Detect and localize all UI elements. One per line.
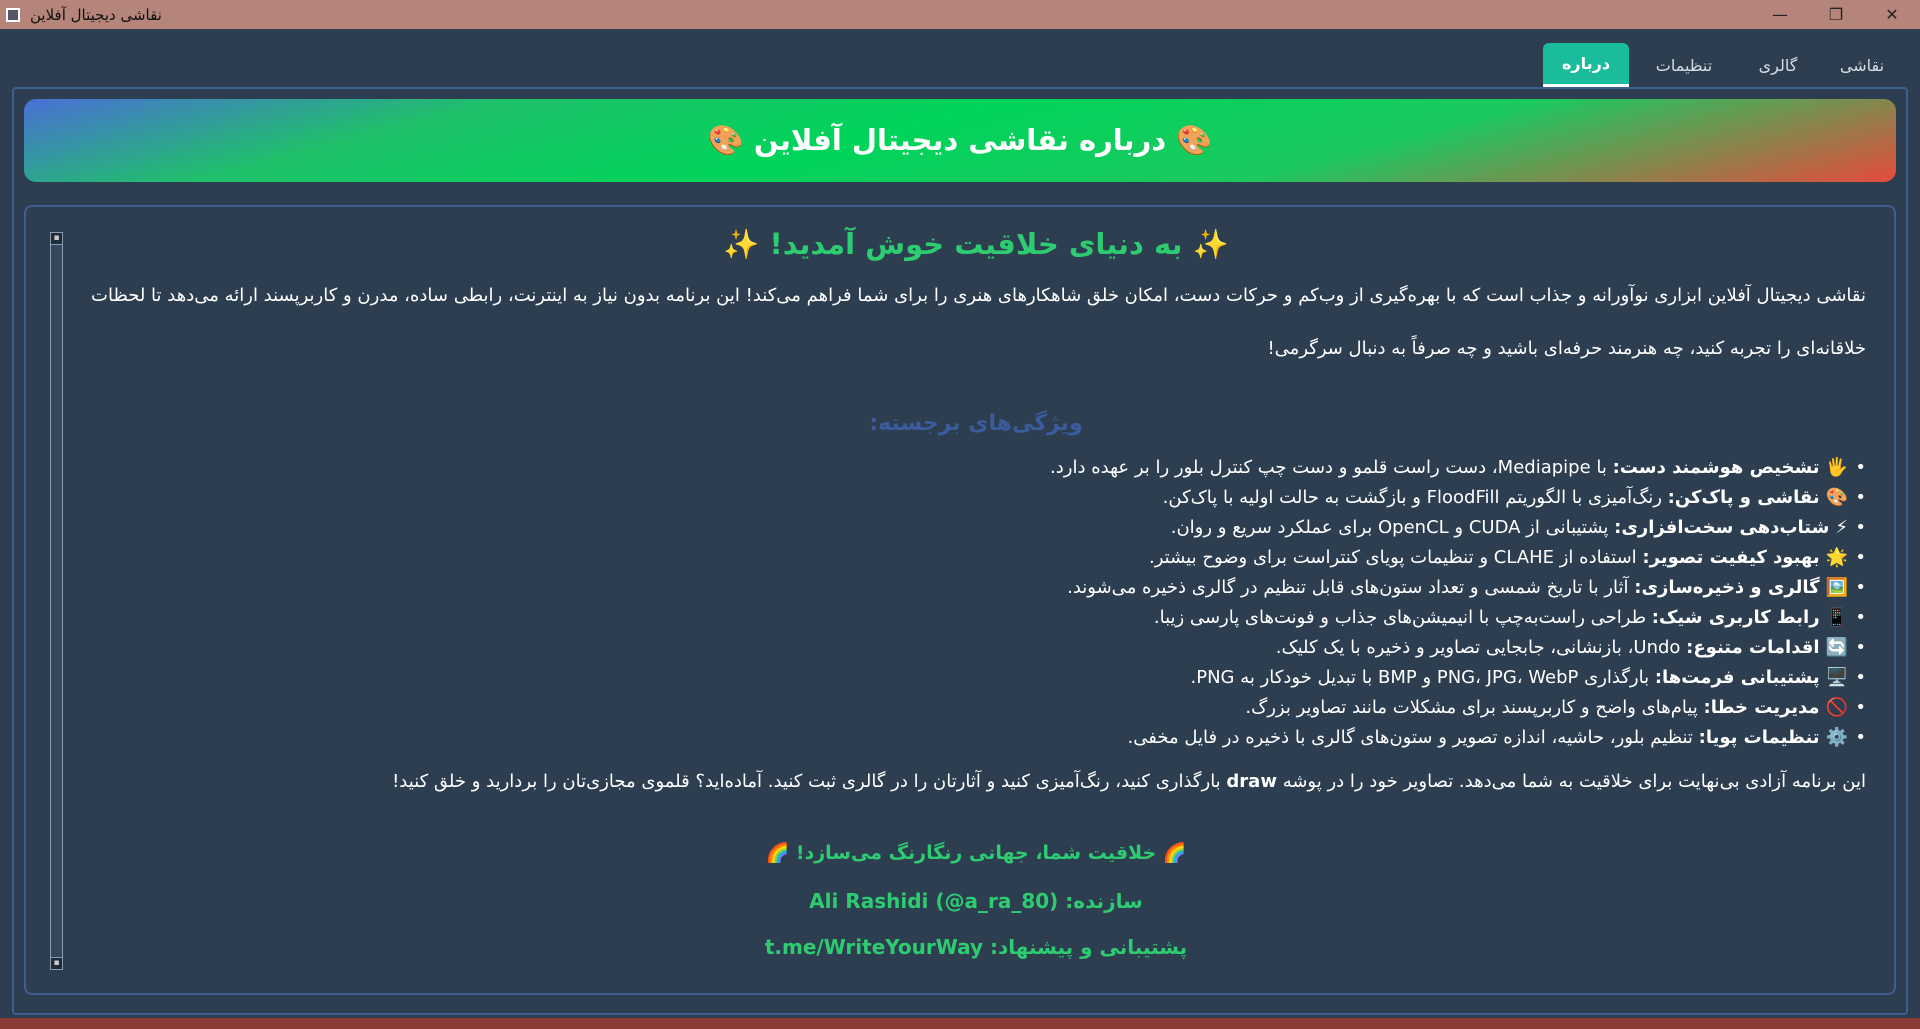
list-item: 🌟بهبود کیفیت تصویر: استفاده از CLAHE و ت… [86, 543, 1866, 573]
list-item: ⚡شتاب‌دهی سخت‌افزاری: پشتیبانی از CUDA و… [86, 513, 1866, 543]
minimize-button[interactable]: — [1752, 0, 1808, 29]
list-item: 🖐️تشخیص هوشمند دست: با Mediapipe، دست را… [86, 453, 1866, 483]
list-item: 📱رابط کاربری شیک: طراحی راست‌به‌چپ با ان… [86, 603, 1866, 633]
list-item: 🖥️پشتیبانی فرمت‌ها: بارگذاری PNG، JPG، W… [86, 663, 1866, 693]
features-list: 🖐️تشخیص هوشمند دست: با Mediapipe، دست را… [86, 453, 1866, 753]
maker-credit: سازنده: Ali Rashidi (@a_ra_80) [809, 889, 1143, 913]
list-item: 🎨نقاشی و پاک‌کن: رنگ‌آمیزی با الگوریتم F… [86, 483, 1866, 513]
sun-icon: 🌟 [1825, 547, 1848, 568]
about-content-frame: ▪ ▪ ✨ به دنیای خلاقیت خوش آمدید! ✨ نقاشی… [24, 205, 1896, 995]
window-controls: — ❐ ✕ [1752, 0, 1920, 29]
list-item: ⚙️تنظیمات پویا: تنظیم بلور، حاشیه، انداز… [86, 723, 1866, 753]
window-title: نقاشی دیجیتال آفلاین [30, 5, 162, 24]
list-item: 🖼️گالری و ذخیره‌سازی: آثار با تاریخ شمسی… [86, 573, 1866, 603]
features-heading: ویژگی‌های برجسته: [869, 411, 1083, 436]
list-item: 🚫مدیریت خطا: پیام‌های واضح و کاربرپسند ب… [86, 693, 1866, 723]
refresh-icon: 🔄 [1825, 637, 1848, 658]
support-link[interactable]: پشتیبانی و پیشنهاد: t.me/WriteYourWay [86, 935, 1866, 965]
picture-icon: 🖼️ [1825, 577, 1848, 598]
intro-paragraph: نقاشی دیجیتال آفلاین ابزاری نوآورانه و ج… [91, 285, 1866, 359]
about-banner: 🎨 درباره نقاشی دیجیتال آفلاین 🎨 [24, 99, 1896, 182]
phone-icon: 📱 [1825, 607, 1848, 628]
prohibited-icon: 🚫 [1825, 697, 1848, 718]
about-document: ✨ به دنیای خلاقیت خوش آمدید! ✨ نقاشی دیج… [86, 219, 1866, 965]
outro-paragraph: این برنامه آزادی بی‌نهایت برای خلاقیت به… [392, 771, 1866, 792]
scroll-up-arrow-icon[interactable]: ▪ [50, 232, 63, 245]
vertical-scrollbar[interactable] [50, 232, 63, 970]
palette-icon: 🎨 [1825, 487, 1848, 508]
tab-painting[interactable]: نقاشی [1820, 43, 1904, 87]
gear-icon: ⚙️ [1825, 727, 1848, 748]
window-titlebar: نقاشی دیجیتال آفلاین — ❐ ✕ [0, 0, 1920, 29]
list-item: 🔄اقدامات متنوع: Undo، بازنشانی، جابجایی … [86, 633, 1866, 663]
welcome-heading: ✨ به دنیای خلاقیت خوش آمدید! ✨ [723, 227, 1229, 261]
lightning-icon: ⚡ [1835, 517, 1848, 538]
app-icon [6, 7, 20, 22]
slogan-text: 🌈 خلاقیت شما، جهانی رنگارنگ می‌سازد! 🌈 [765, 842, 1187, 864]
tab-bar: نقاشی گالری تنظیمات درباره [0, 29, 1920, 87]
tab-settings[interactable]: تنظیمات [1634, 43, 1734, 87]
banner-title: 🎨 درباره نقاشی دیجیتال آفلاین 🎨 [707, 123, 1213, 157]
scroll-down-arrow-icon[interactable]: ▪ [50, 957, 63, 970]
close-button[interactable]: ✕ [1864, 0, 1920, 29]
bottom-edge-bar [0, 1018, 1920, 1029]
tab-gallery[interactable]: گالری [1736, 43, 1820, 87]
tab-about[interactable]: درباره [1543, 43, 1629, 87]
hand-icon: 🖐️ [1825, 457, 1848, 478]
monitor-icon: 🖥️ [1825, 667, 1848, 688]
maximize-button[interactable]: ❐ [1808, 0, 1864, 29]
